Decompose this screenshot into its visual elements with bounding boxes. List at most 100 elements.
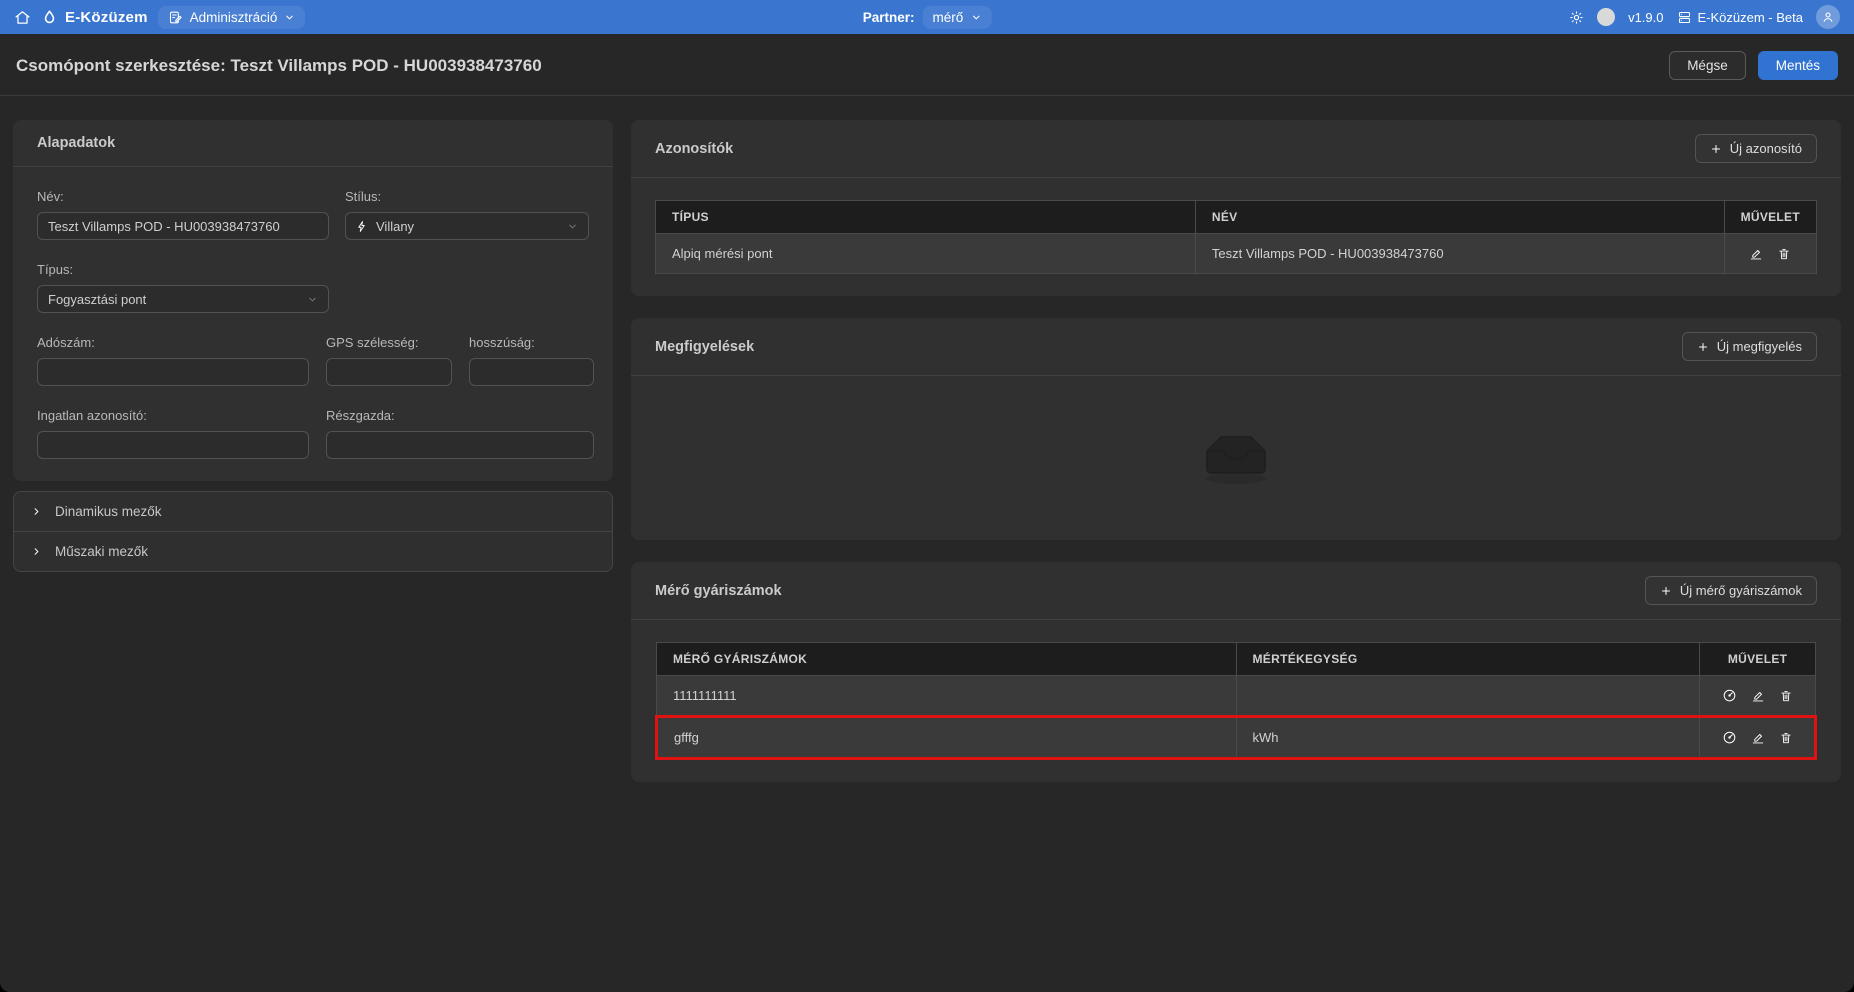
technical-fields-collapse[interactable]: Műszaki mezők [14, 531, 612, 571]
table-row: Alpiq mérési pont Teszt Villamps POD - H… [656, 234, 1817, 274]
chevron-right-icon [31, 546, 42, 557]
sun-icon [1569, 10, 1584, 25]
column-header-unit: MÉRTÉKEGYSÉG [1236, 643, 1700, 676]
left-column: Alapadatok Név: Stílus: Villany [13, 120, 613, 572]
environment-badge: E-Közüzem - Beta [1677, 10, 1804, 25]
edit-icon[interactable] [1749, 247, 1763, 261]
title-actions: Mégse Mentés [1669, 51, 1838, 80]
identifier-type-cell: Alpiq mérési pont [656, 234, 1196, 274]
identifiers-card: Azonosítók Új azonosító TÍPUS NÉV MŰVELE… [631, 120, 1841, 296]
admin-menu-label: Adminisztráció [190, 10, 278, 25]
table-row-highlighted: gfffg kWh [657, 717, 1816, 759]
tax-label: Adószám: [37, 335, 309, 350]
property-field-group: Ingatlan azonosító: [37, 408, 309, 459]
property-label: Ingatlan azonosító: [37, 408, 309, 423]
property-input[interactable] [37, 431, 309, 459]
observations-card-body [631, 376, 1841, 540]
gps-lon-input[interactable] [469, 358, 594, 386]
add-identifier-label: Új azonosító [1730, 141, 1802, 156]
meter-serials-card-body: MÉRŐ GYÁRISZÁMOK MÉRTÉKEGYSÉG MŰVELET 11… [631, 620, 1841, 782]
dynamic-fields-collapse[interactable]: Dinamikus mezők [14, 492, 612, 531]
delete-icon[interactable] [1777, 247, 1791, 261]
shareholder-input[interactable] [326, 431, 594, 459]
column-header-serial: MÉRŐ GYÁRISZÁMOK [657, 643, 1237, 676]
column-header-tipus: TÍPUS [656, 201, 1196, 234]
dynamic-fields-label: Dinamikus mezők [55, 504, 162, 519]
style-label: Stílus: [345, 189, 589, 204]
partner-dropdown[interactable]: mérő [923, 6, 992, 29]
plus-icon [1660, 585, 1672, 597]
user-avatar[interactable] [1816, 5, 1840, 29]
water-drop-logo-icon [41, 8, 58, 27]
chevron-down-icon [284, 12, 295, 23]
partner-selector: Partner: mérő [863, 6, 992, 29]
home-icon[interactable] [14, 9, 31, 26]
observations-card-header: Megfigyelések Új megfigyelés [631, 318, 1841, 376]
basic-data-card-header: Alapadatok [13, 120, 613, 167]
tax-field-group: Adószám: [37, 335, 309, 386]
gps-lon-label: hosszúság: [469, 335, 594, 350]
observations-title: Megfigyelések [655, 339, 754, 355]
title-bar: Csomópont szerkesztése: Teszt Villamps P… [0, 34, 1854, 95]
user-icon [1821, 10, 1835, 24]
plus-icon [1697, 341, 1709, 353]
add-meter-serial-label: Új mérő gyáriszámok [1680, 583, 1802, 598]
meter-serials-card: Mérő gyáriszámok Új mérő gyáriszámok MÉR… [631, 562, 1841, 782]
form-icon [168, 10, 183, 25]
gauge-icon[interactable] [1722, 688, 1737, 703]
chevron-down-icon [970, 12, 981, 23]
chevron-down-icon [567, 221, 578, 232]
lightning-icon [356, 220, 368, 233]
chevron-right-icon [31, 506, 42, 517]
delete-icon[interactable] [1779, 689, 1793, 703]
partner-label: Partner: [863, 10, 915, 25]
table-row: 1111111111 [657, 676, 1816, 717]
page-title: Csomópont szerkesztése: Teszt Villamps P… [16, 56, 542, 76]
name-field-group: Név: [37, 189, 329, 240]
basic-data-title: Alapadatok [37, 135, 115, 151]
identifiers-table: TÍPUS NÉV MŰVELET Alpiq mérési pont Tesz… [655, 200, 1817, 274]
gauge-icon[interactable] [1722, 730, 1737, 745]
shareholder-label: Részgazda: [326, 408, 594, 423]
meter-serials-table: MÉRŐ GYÁRISZÁMOK MÉRTÉKEGYSÉG MŰVELET 11… [655, 642, 1817, 760]
serial-cell: 1111111111 [657, 676, 1237, 717]
identifiers-card-header: Azonosítók Új azonosító [631, 120, 1841, 178]
name-label: Név: [37, 189, 329, 204]
type-select[interactable]: Fogyasztási pont [37, 285, 329, 313]
delete-icon[interactable] [1779, 731, 1793, 745]
add-identifier-button[interactable]: Új azonosító [1695, 134, 1817, 163]
add-observation-button[interactable]: Új megfigyelés [1682, 332, 1817, 361]
edit-icon[interactable] [1751, 731, 1765, 745]
meter-serials-title: Mérő gyáriszámok [655, 583, 782, 599]
version-label: v1.9.0 [1628, 10, 1663, 25]
save-button[interactable]: Mentés [1758, 51, 1838, 80]
technical-fields-label: Műszaki mezők [55, 544, 148, 559]
right-column: Azonosítók Új azonosító TÍPUS NÉV MŰVELE… [631, 120, 1841, 782]
style-value: Villany [376, 219, 414, 234]
basic-data-card: Alapadatok Név: Stílus: Villany [13, 120, 613, 481]
meter-serials-card-header: Mérő gyáriszámok Új mérő gyáriszámok [631, 562, 1841, 620]
theme-toggle[interactable] [1597, 8, 1615, 26]
admin-menu[interactable]: Adminisztráció [158, 6, 306, 29]
main-content: Alapadatok Név: Stílus: Villany [0, 96, 1854, 795]
name-input[interactable] [37, 212, 329, 240]
navbar-left: E-Közüzem Adminisztráció [14, 6, 305, 29]
gps-lon-field-group: hosszúság: [469, 335, 594, 386]
environment-icon [1677, 10, 1692, 25]
type-label: Típus: [37, 262, 329, 277]
edit-icon[interactable] [1751, 689, 1765, 703]
environment-label: E-Közüzem - Beta [1698, 10, 1804, 25]
add-meter-serial-button[interactable]: Új mérő gyáriszámok [1645, 576, 1817, 605]
cancel-button[interactable]: Mégse [1669, 51, 1746, 80]
unit-cell [1236, 676, 1700, 717]
gps-lat-input[interactable] [326, 358, 452, 386]
add-observation-label: Új megfigyelés [1717, 339, 1802, 354]
style-field-group: Stílus: Villany [345, 189, 589, 240]
identifier-name-cell: Teszt Villamps POD - HU003938473760 [1195, 234, 1724, 274]
column-header-muvelet: MŰVELET [1724, 201, 1816, 234]
style-select[interactable]: Villany [345, 212, 589, 240]
brand[interactable]: E-Közüzem [41, 8, 148, 27]
serial-cell: gfffg [657, 717, 1237, 759]
identifiers-title: Azonosítók [655, 141, 733, 157]
tax-input[interactable] [37, 358, 309, 386]
